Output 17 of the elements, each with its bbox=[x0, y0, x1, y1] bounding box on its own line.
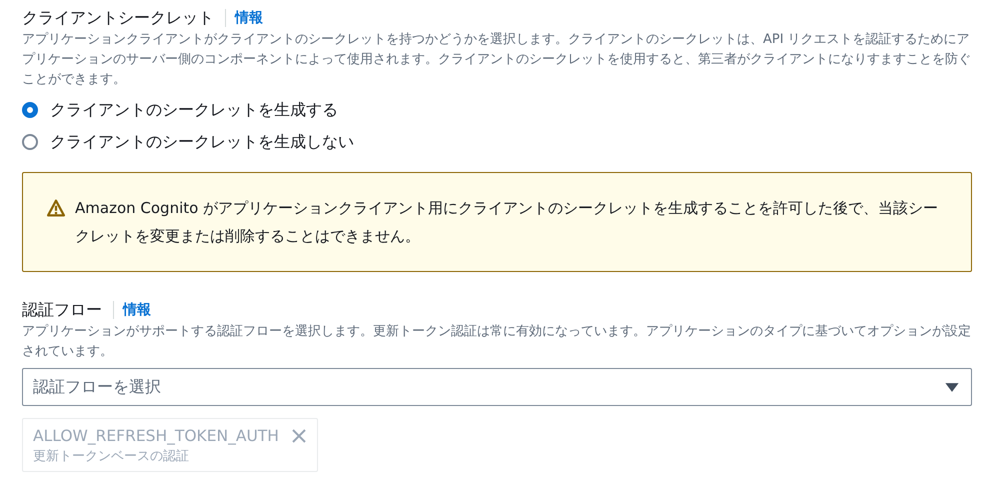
field-label: 認証フロー bbox=[22, 300, 102, 320]
info-link[interactable]: 情報 bbox=[123, 301, 151, 319]
field-description: アプリケーションがサポートする認証フローを選択します。更新トークン認証は常に有効になっています。アプリケーションのタイプに基づいてオプションが設定されています。 bbox=[22, 323, 972, 361]
token-description: 更新トークンベースの認証 bbox=[33, 448, 190, 466]
warning-icon bbox=[47, 199, 65, 217]
radio-button[interactable] bbox=[22, 102, 38, 118]
field-description: アプリケーションクライアントがクライアントのシークレットを持つかどうかを選択します。クライアントのシークレットは、API リクエストを認証するためにアプリケーションのサーバー側のコンポーネントによって使用されます。クライアントのシークレットを使用すると、第三者がクライアントになりすますことを防ぐことができます。 bbox=[22, 31, 972, 89]
info-link[interactable]: 情報 bbox=[235, 9, 263, 27]
field-label: クライアントシークレット bbox=[22, 8, 214, 28]
radio-label[interactable]: クライアントのシークレットを生成する bbox=[50, 100, 338, 120]
radio-button[interactable] bbox=[22, 134, 38, 150]
select-placeholder: 認証フローを選択 bbox=[33, 376, 161, 398]
caret-icon bbox=[945, 382, 959, 392]
token-label: ALLOW_REFRESH_TOKEN_AUTH bbox=[33, 426, 279, 447]
alert-text: Amazon Cognito がアプリケーションクライアント用にクライアントのシークレットを生成することを許可した後で、当該シークレットを変更または削除することはできません。 bbox=[75, 198, 940, 247]
select-dropdown[interactable]: 認証フローを選択 bbox=[22, 368, 972, 406]
radio-label[interactable]: クライアントのシークレットを生成しない bbox=[50, 132, 354, 152]
